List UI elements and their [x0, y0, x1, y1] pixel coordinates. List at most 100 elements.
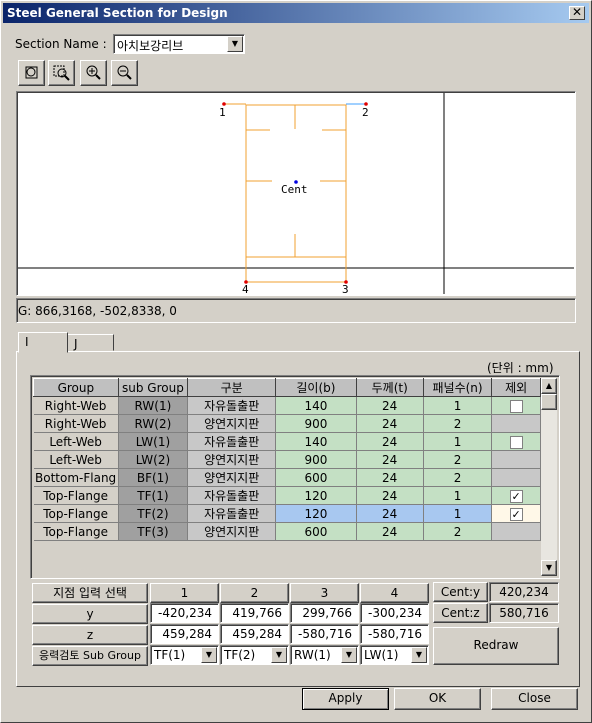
- cell-subgroup[interactable]: LW(1): [118, 432, 189, 451]
- table-row[interactable]: Bottom-Flang BF(1) 양연지지판 600 24 2: [33, 468, 541, 487]
- col-header-subgroup[interactable]: sub Group: [117, 378, 189, 397]
- cell-group[interactable]: Bottom-Flang: [33, 468, 119, 487]
- exclude-checkbox-checked[interactable]: ✓: [509, 507, 523, 521]
- cell-panels[interactable]: 2: [423, 522, 493, 541]
- table-row[interactable]: Right-Web RW(1) 자유돌출판 140 24 1: [33, 396, 541, 415]
- col-header-length[interactable]: 길이(b): [275, 378, 357, 397]
- cell-panels[interactable]: 2: [423, 414, 493, 433]
- cell-length[interactable]: 120: [275, 486, 357, 505]
- cell-exclude[interactable]: ✓: [491, 504, 541, 523]
- cell-group[interactable]: Right-Web: [33, 396, 119, 415]
- y3-input[interactable]: 299,766: [290, 603, 359, 623]
- cell-type[interactable]: 자유돌출판: [187, 432, 277, 451]
- z3-input[interactable]: -580,716: [290, 624, 359, 644]
- cell-subgroup[interactable]: RW(2): [118, 414, 189, 433]
- cell-exclude[interactable]: ✓: [491, 486, 541, 505]
- cell-panels[interactable]: 1: [423, 486, 493, 505]
- chevron-down-icon[interactable]: ▼: [201, 647, 217, 663]
- cell-exclude[interactable]: [491, 396, 541, 415]
- cell-type[interactable]: 자유돌출판: [187, 504, 277, 523]
- table-row[interactable]: Right-Web RW(2) 양연지지판 900 24 2: [33, 414, 541, 433]
- cell-subgroup[interactable]: TF(2): [118, 504, 189, 523]
- apply-button[interactable]: Apply: [302, 688, 389, 710]
- subgroup-select-1[interactable]: TF(1) ▼: [150, 645, 219, 665]
- col-header-panels[interactable]: 패널수(n): [422, 378, 493, 397]
- table-row[interactable]: Top-Flange TF(1) 자유돌출판 120 24 1 ✓: [33, 486, 541, 505]
- cell-length[interactable]: 120: [275, 504, 357, 523]
- cell-type[interactable]: 자유돌출판: [187, 396, 277, 415]
- table-row[interactable]: Left-Web LW(2) 양연지지판 900 24 2: [33, 450, 541, 469]
- y4-input[interactable]: -300,234: [360, 603, 429, 623]
- scroll-down-icon[interactable]: ▼: [541, 560, 557, 576]
- cell-panels[interactable]: 2: [423, 450, 493, 469]
- subgroup-select-2[interactable]: TF(2) ▼: [220, 645, 289, 665]
- col-header-type[interactable]: 구분: [187, 378, 277, 397]
- cell-length[interactable]: 140: [275, 396, 357, 415]
- point-col-2[interactable]: 2: [220, 583, 289, 603]
- tab-i[interactable]: I: [18, 332, 68, 353]
- cell-exclude[interactable]: [491, 414, 541, 433]
- cell-thickness[interactable]: 24: [356, 486, 424, 505]
- cell-length[interactable]: 600: [275, 522, 357, 541]
- z2-input[interactable]: 459,284: [220, 624, 289, 644]
- scroll-thumb[interactable]: [541, 394, 557, 410]
- tab-j[interactable]: J: [67, 334, 114, 351]
- chevron-down-icon[interactable]: ▼: [341, 647, 357, 663]
- cell-panels[interactable]: 1: [423, 504, 493, 523]
- cell-length[interactable]: 900: [275, 414, 357, 433]
- cell-thickness[interactable]: 24: [356, 450, 424, 469]
- y1-input[interactable]: -420,234: [150, 603, 219, 623]
- chevron-down-icon[interactable]: ▼: [271, 647, 287, 663]
- cell-panels[interactable]: 1: [423, 432, 493, 451]
- cell-thickness[interactable]: 24: [356, 504, 424, 523]
- z4-input[interactable]: -580,716: [360, 624, 429, 644]
- cell-subgroup[interactable]: TF(3): [118, 522, 189, 541]
- cell-length[interactable]: 600: [275, 468, 357, 487]
- point-col-4[interactable]: 4: [360, 583, 429, 603]
- table-row[interactable]: Top-Flange TF(3) 양연지지판 600 24 2: [33, 522, 541, 541]
- close-button[interactable]: Close: [491, 688, 578, 710]
- cell-subgroup[interactable]: RW(1): [118, 396, 189, 415]
- cell-exclude[interactable]: [491, 432, 541, 451]
- ok-button[interactable]: OK: [394, 688, 481, 710]
- cell-length[interactable]: 140: [275, 432, 357, 451]
- chevron-down-icon[interactable]: ▼: [411, 647, 427, 663]
- close-icon[interactable]: ✕: [569, 6, 585, 20]
- cell-thickness[interactable]: 24: [356, 432, 424, 451]
- cell-panels[interactable]: 2: [423, 468, 493, 487]
- exclude-checkbox[interactable]: [509, 435, 523, 449]
- z1-input[interactable]: 459,284: [150, 624, 219, 644]
- zoom-out-button[interactable]: [111, 60, 138, 86]
- scroll-up-icon[interactable]: ▲: [541, 378, 557, 394]
- table-row[interactable]: Top-Flange TF(2) 자유돌출판 120 24 1 ✓: [33, 504, 541, 523]
- cell-exclude[interactable]: [491, 468, 541, 487]
- chevron-down-icon[interactable]: ▼: [227, 36, 243, 52]
- section-name-combo[interactable]: 아치보강리브 ▼: [113, 34, 245, 54]
- cell-panels[interactable]: 1: [423, 396, 493, 415]
- cell-group[interactable]: Right-Web: [33, 414, 119, 433]
- point-col-1[interactable]: 1: [150, 583, 219, 603]
- y2-input[interactable]: 419,766: [220, 603, 289, 623]
- cell-subgroup[interactable]: LW(2): [118, 450, 189, 469]
- cell-exclude[interactable]: [491, 450, 541, 469]
- cell-group[interactable]: Left-Web: [33, 432, 119, 451]
- cell-group[interactable]: Top-Flange: [33, 522, 119, 541]
- section-canvas[interactable]: 1 2 Cent 4 3: [16, 91, 576, 296]
- col-header-thickness[interactable]: 두께(t): [355, 378, 424, 397]
- table-row[interactable]: Left-Web LW(1) 자유돌출판 140 24 1: [33, 432, 541, 451]
- cell-type[interactable]: 양연지지판: [187, 468, 277, 487]
- cell-type[interactable]: 양연지지판: [187, 450, 277, 469]
- section-grid[interactable]: Group sub Group 구분 길이(b) 두께(t) 패널수(n) 제외…: [30, 375, 560, 579]
- exclude-checkbox-checked[interactable]: ✓: [509, 489, 523, 503]
- cell-length[interactable]: 900: [275, 450, 357, 469]
- zoom-window-button[interactable]: [48, 60, 75, 86]
- point-col-3[interactable]: 3: [290, 583, 359, 603]
- cell-subgroup[interactable]: BF(1): [118, 468, 189, 487]
- col-header-group[interactable]: Group: [33, 378, 119, 397]
- cell-type[interactable]: 양연지지판: [187, 522, 277, 541]
- grid-scrollbar[interactable]: ▲ ▼: [541, 378, 557, 576]
- exclude-checkbox[interactable]: [509, 399, 523, 413]
- cell-type[interactable]: 자유돌출판: [187, 486, 277, 505]
- cell-group[interactable]: Left-Web: [33, 450, 119, 469]
- subgroup-select-3[interactable]: RW(1) ▼: [290, 645, 359, 665]
